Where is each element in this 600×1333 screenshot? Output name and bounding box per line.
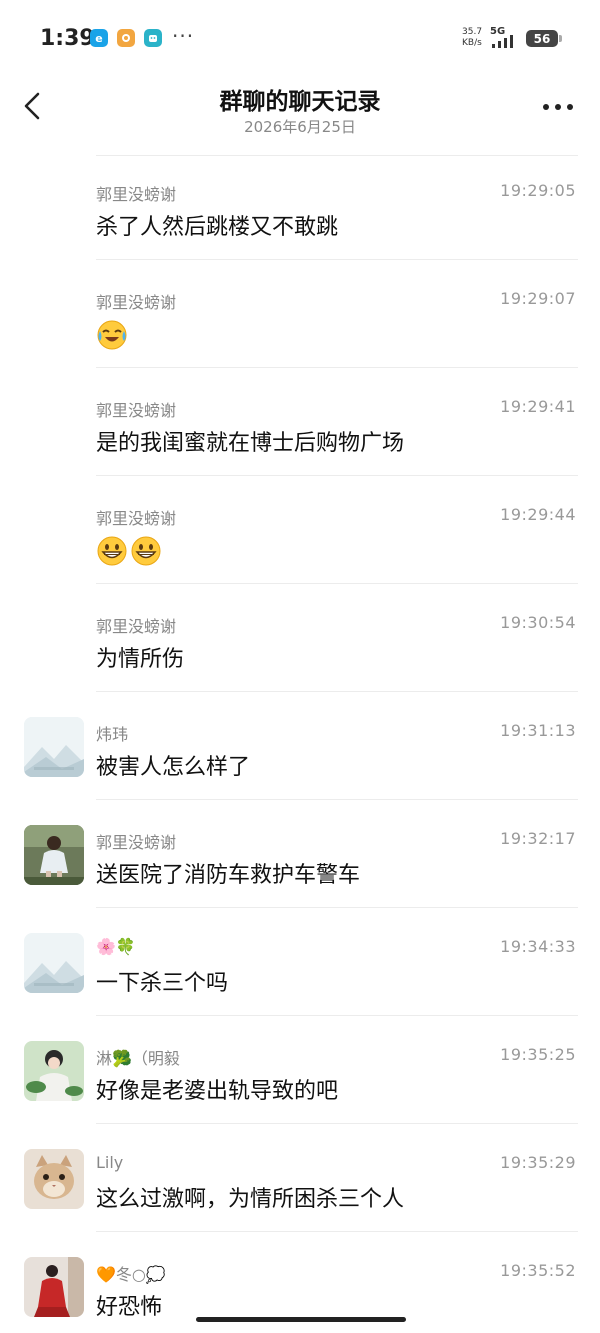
- sender-name: 郭里没螃谢: [96, 401, 177, 420]
- pet-app-icon: [144, 29, 162, 47]
- status-bar: 1:39 e ··· 35.7 KB/s 5G 56: [0, 0, 600, 78]
- tears-of-joy-emoji-icon: [97, 320, 127, 350]
- message-time: 19:31:13: [500, 721, 576, 740]
- sender-name: 炜玮: [96, 725, 129, 744]
- message-emoji: [96, 535, 164, 567]
- message-time: 19:29:44: [500, 505, 576, 524]
- divider: [96, 1123, 578, 1124]
- network-speed: 35.7 KB/s: [462, 27, 483, 48]
- message-time: 19:35:29: [500, 1153, 576, 1172]
- battery-icon: 56: [526, 30, 562, 47]
- grin-emoji-icon: [97, 536, 127, 566]
- message-time: 19:35:52: [500, 1261, 576, 1280]
- avatar[interactable]: [24, 717, 84, 777]
- header-bar: 群聊的聊天记录 2026年6月25日: [0, 78, 600, 150]
- divider: [96, 907, 578, 908]
- browser-app-icon: e: [90, 29, 108, 47]
- message-time: 19:35:25: [500, 1045, 576, 1064]
- message-time: 19:34:33: [500, 937, 576, 956]
- avatar[interactable]: [24, 933, 84, 993]
- divider: [96, 155, 578, 156]
- message-time: 19:29:07: [500, 289, 576, 308]
- page-subtitle-date: 2026年6月25日: [244, 118, 356, 136]
- divider: [96, 799, 578, 800]
- notification-more-icon: ···: [172, 24, 195, 48]
- divider: [96, 259, 578, 260]
- sender-name: 🌸🍀: [96, 937, 136, 956]
- message-emoji: [96, 319, 130, 351]
- avatar[interactable]: [24, 1257, 84, 1317]
- message-text: 被害人怎么样了: [96, 755, 251, 780]
- message-text: 好像是老婆出轨导致的吧: [96, 1079, 339, 1104]
- landscape-placeholder-icon: [24, 933, 84, 993]
- status-time: 1:39: [40, 26, 95, 51]
- message-text: 是的我闺蜜就在博士后购物广场: [96, 431, 405, 456]
- grin-emoji-icon: [131, 536, 161, 566]
- camera-app-icon: [117, 29, 135, 47]
- page-title: 群聊的聊天记录: [219, 89, 381, 115]
- sender-name: 郭里没螃谢: [96, 617, 177, 636]
- more-options-button[interactable]: [538, 92, 578, 122]
- divider: [96, 1231, 578, 1232]
- avatar[interactable]: [24, 825, 84, 885]
- message-text: 杀了人然后跳楼又不敢跳: [96, 215, 339, 240]
- divider: [96, 583, 578, 584]
- message-time: 19:29:41: [500, 397, 576, 416]
- message-text: 一下杀三个吗: [96, 971, 229, 996]
- sender-name: 淋🥦（明毅: [96, 1049, 180, 1068]
- sender-name: 郭里没螃谢: [96, 185, 177, 204]
- home-indicator[interactable]: [196, 1317, 406, 1322]
- sender-name: Lily: [96, 1153, 124, 1172]
- sender-name: 郭里没螃谢: [96, 509, 177, 528]
- sender-name: 郭里没螃谢: [96, 833, 177, 852]
- divider: [96, 367, 578, 368]
- more-horizontal-icon: [543, 104, 573, 110]
- message-time: 19:30:54: [500, 613, 576, 632]
- avatar[interactable]: [24, 1149, 84, 1209]
- message-time: 19:32:17: [500, 829, 576, 848]
- girl-red-avatar-icon: [24, 1257, 84, 1317]
- girl-outdoor-avatar-icon: [24, 825, 84, 885]
- signal-icon: [492, 35, 513, 48]
- girl-green-avatar-icon: [24, 1041, 84, 1101]
- message-text: 送医院了消防车救护车警车: [96, 863, 361, 888]
- divider: [96, 691, 578, 692]
- divider: [96, 1015, 578, 1016]
- message-text: 好恐怖: [96, 1295, 163, 1320]
- sender-name: 郭里没螃谢: [96, 293, 177, 312]
- message-text: 为情所伤: [96, 647, 185, 672]
- cat-avatar-icon: [24, 1149, 84, 1209]
- landscape-placeholder-icon: [24, 717, 84, 777]
- message-text: 这么过激啊，为情所困杀三个人: [96, 1187, 405, 1212]
- avatar[interactable]: [24, 1041, 84, 1101]
- message-time: 19:29:05: [500, 181, 576, 200]
- divider: [96, 475, 578, 476]
- sender-name: 🧡冬○💭: [96, 1265, 166, 1284]
